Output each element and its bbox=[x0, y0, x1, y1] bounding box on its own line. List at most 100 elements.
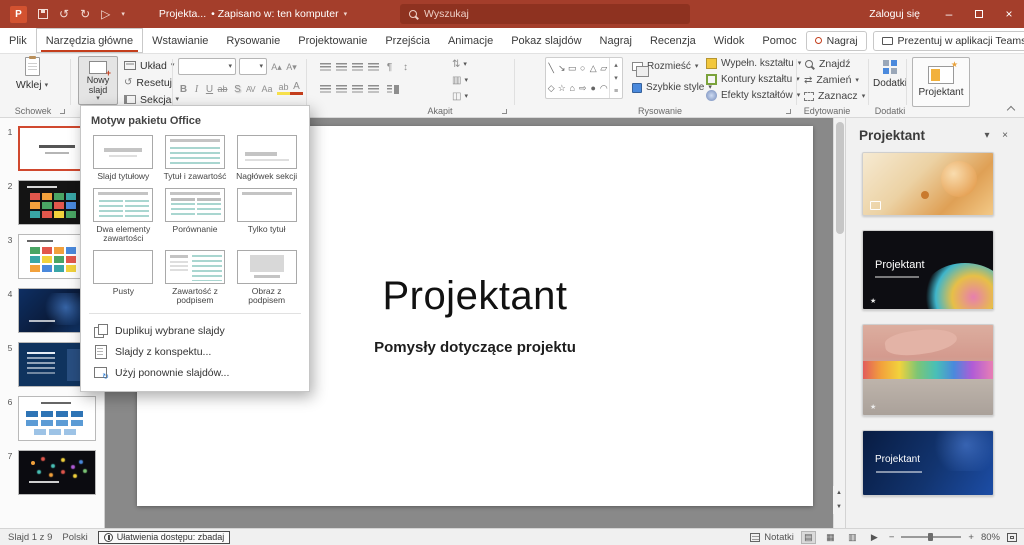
design-suggestion-4[interactable]: Projektant bbox=[862, 430, 994, 496]
strikethrough-button[interactable]: ab bbox=[216, 81, 229, 97]
zoom-slider-thumb[interactable] bbox=[928, 533, 934, 541]
notes-button[interactable]: Notatki bbox=[750, 532, 794, 543]
arrange-button[interactable]: Rozmieść ▾ bbox=[632, 61, 698, 77]
designer-button[interactable]: Projektant bbox=[912, 57, 970, 107]
restore-button[interactable] bbox=[964, 0, 994, 28]
slide-title[interactable]: Projektant bbox=[382, 274, 567, 319]
present-in-teams-button[interactable]: Prezentuj w aplikacji Teams bbox=[872, 30, 1024, 51]
scrollbar-thumb[interactable] bbox=[836, 122, 844, 234]
shape-ellipse-icon[interactable]: ○ bbox=[580, 63, 585, 73]
increase-indent-icon[interactable] bbox=[366, 59, 381, 75]
tab-pomoc[interactable]: Pomoc bbox=[753, 28, 805, 53]
shape-parallelogram-icon[interactable]: ▱ bbox=[600, 63, 607, 74]
collapse-ribbon-icon[interactable] bbox=[1006, 105, 1016, 115]
layout-comparison[interactable]: Porównanie bbox=[161, 187, 230, 244]
reset-button[interactable]: ↺ Resetuj bbox=[124, 75, 172, 90]
tab-wstawianie[interactable]: Wstawianie bbox=[143, 28, 217, 53]
slide-6-thumbnail[interactable] bbox=[18, 396, 96, 441]
gallery-down-icon[interactable]: ▾ bbox=[614, 74, 618, 82]
shape-block-arrow-icon[interactable]: ⇨ bbox=[579, 83, 587, 94]
design-suggestion-1[interactable] bbox=[862, 152, 994, 216]
text-highlight-button[interactable]: ab bbox=[277, 81, 290, 95]
change-case-button[interactable]: Aa bbox=[258, 81, 276, 97]
layout-picture-with-caption[interactable]: Obraz z podpisem bbox=[232, 249, 301, 306]
close-button[interactable]: × bbox=[994, 0, 1024, 28]
line-spacing-icon[interactable]: ↕ bbox=[398, 59, 413, 75]
tab-pokaz-slajdow[interactable]: Pokaz slajdów bbox=[502, 28, 590, 53]
addins-button[interactable]: Dodatki bbox=[872, 60, 908, 89]
design-suggestion-2[interactable]: Projektant ★ bbox=[862, 230, 994, 310]
powerpoint-logo-icon[interactable]: P bbox=[10, 5, 27, 23]
layout-button[interactable]: Układ ▾ bbox=[124, 58, 174, 73]
start-presentation-icon[interactable]: ▷ bbox=[101, 8, 110, 20]
accessibility-checker[interactable]: Ułatwienia dostępu: zbadaj bbox=[97, 530, 231, 544]
shape-outline-button[interactable]: Kontury kształtu ▾ bbox=[706, 74, 800, 85]
tab-plik[interactable]: Plik bbox=[0, 28, 36, 53]
canvas-scrollbar[interactable] bbox=[833, 118, 845, 528]
font-color-button[interactable]: A bbox=[290, 81, 303, 95]
paragraph-dialog-launcher-icon[interactable] bbox=[502, 109, 507, 114]
design-suggestion-3[interactable]: ★ bbox=[862, 324, 994, 416]
previous-slide-icon[interactable]: ▲ bbox=[833, 486, 845, 500]
save-icon[interactable] bbox=[38, 9, 48, 19]
shape-home-icon[interactable]: ⌂ bbox=[570, 83, 575, 93]
shape-triangle-icon[interactable]: △ bbox=[590, 63, 597, 74]
font-name-combo[interactable]: ▾ bbox=[178, 58, 236, 75]
customize-quick-access-icon[interactable]: ▾ bbox=[121, 11, 125, 18]
duplicate-selected-slides-item[interactable]: Duplikuj wybrane slajdy bbox=[89, 320, 301, 341]
shape-diamond-icon[interactable]: ◇ bbox=[548, 83, 555, 94]
font-size-combo[interactable]: ▾ bbox=[239, 58, 267, 75]
zoom-in-icon[interactable]: + bbox=[968, 532, 974, 543]
zoom-out-icon[interactable]: − bbox=[889, 532, 895, 543]
normal-view-icon[interactable]: ▤ bbox=[800, 530, 816, 544]
shape-effects-button[interactable]: Efekty kształtów ▾ bbox=[706, 90, 800, 101]
convert-smartart-button[interactable]: ◫ ▾ bbox=[452, 91, 468, 102]
gallery-more-icon[interactable]: ≡ bbox=[614, 88, 618, 95]
find-button[interactable]: Znajdź bbox=[804, 58, 851, 70]
layout-content-with-caption[interactable]: Zawartość z podpisem bbox=[161, 249, 230, 306]
tab-projektowanie[interactable]: Projektowanie bbox=[289, 28, 376, 53]
slide-sorter-view-icon[interactable]: ▦ bbox=[823, 531, 838, 544]
numbering-icon[interactable] bbox=[334, 59, 349, 75]
zoom-level[interactable]: 80% bbox=[981, 532, 1000, 543]
zoom-slider[interactable] bbox=[901, 533, 962, 541]
sign-in-button[interactable]: Zaloguj się bbox=[855, 8, 934, 20]
undo-icon[interactable]: ↺ bbox=[59, 8, 69, 20]
italic-button[interactable]: I bbox=[190, 81, 203, 97]
layout-title-only[interactable]: Tylko tytuł bbox=[232, 187, 301, 244]
tab-rysowanie[interactable]: Rysowanie bbox=[217, 28, 289, 53]
shape-line-icon[interactable]: ╲ bbox=[549, 63, 554, 74]
search-input[interactable]: Wyszukaj bbox=[400, 4, 690, 24]
shapes-gallery[interactable]: ╲ ↘ ▭ ○ △ ▱ ◇ ☆ ⌂ ⇨ ● ◠ ▴ ▾ ≡ bbox=[545, 57, 623, 99]
justify-icon[interactable] bbox=[366, 81, 381, 97]
slide-subtitle[interactable]: Pomysły dotyczące projektu bbox=[374, 339, 576, 356]
shrink-font-button[interactable]: A▾ bbox=[284, 59, 299, 75]
text-direction-icon[interactable]: ¶ bbox=[382, 59, 397, 75]
align-left-icon[interactable] bbox=[318, 81, 333, 97]
tab-widok[interactable]: Widok bbox=[705, 28, 754, 53]
shape-arc-icon[interactable]: ◠ bbox=[600, 83, 608, 94]
tab-przejscia[interactable]: Przejścia bbox=[376, 28, 439, 53]
slideshow-view-icon[interactable]: ▶ bbox=[867, 531, 882, 544]
record-button[interactable]: Nagraj bbox=[805, 30, 867, 51]
bullets-icon[interactable] bbox=[318, 59, 333, 75]
designer-close-icon[interactable]: × bbox=[996, 130, 1014, 141]
shape-arrow-icon[interactable]: ↘ bbox=[558, 63, 566, 74]
slides-from-outline-item[interactable]: Slajdy z konspektu... bbox=[89, 341, 301, 362]
gallery-up-icon[interactable]: ▴ bbox=[614, 61, 618, 69]
reuse-slides-item[interactable]: Użyj ponownie slajdów... bbox=[89, 362, 301, 383]
decrease-indent-icon[interactable] bbox=[350, 59, 365, 75]
document-title[interactable]: Projekta... • Zapisano w: ten komputer ▾ bbox=[159, 8, 347, 20]
layout-section-header[interactable]: Nagłówek sekcji bbox=[232, 134, 301, 182]
quick-styles-button[interactable]: Szybkie style ▾ bbox=[632, 82, 712, 93]
align-right-icon[interactable] bbox=[350, 81, 365, 97]
minimize-button[interactable]: – bbox=[934, 0, 964, 28]
shape-fill-button[interactable]: Wypełn. kształtu ▾ bbox=[706, 58, 801, 69]
title-chevron-down-icon[interactable]: ▾ bbox=[344, 10, 348, 18]
text-shadow-button[interactable]: S bbox=[231, 81, 244, 97]
language-indicator[interactable]: Polski bbox=[62, 532, 87, 543]
reading-view-icon[interactable]: ▥ bbox=[845, 531, 860, 544]
clipboard-dialog-launcher-icon[interactable] bbox=[60, 109, 65, 114]
next-slide-icon[interactable]: ▼ bbox=[833, 500, 845, 514]
fit-slide-to-window-icon[interactable] bbox=[1007, 532, 1017, 542]
